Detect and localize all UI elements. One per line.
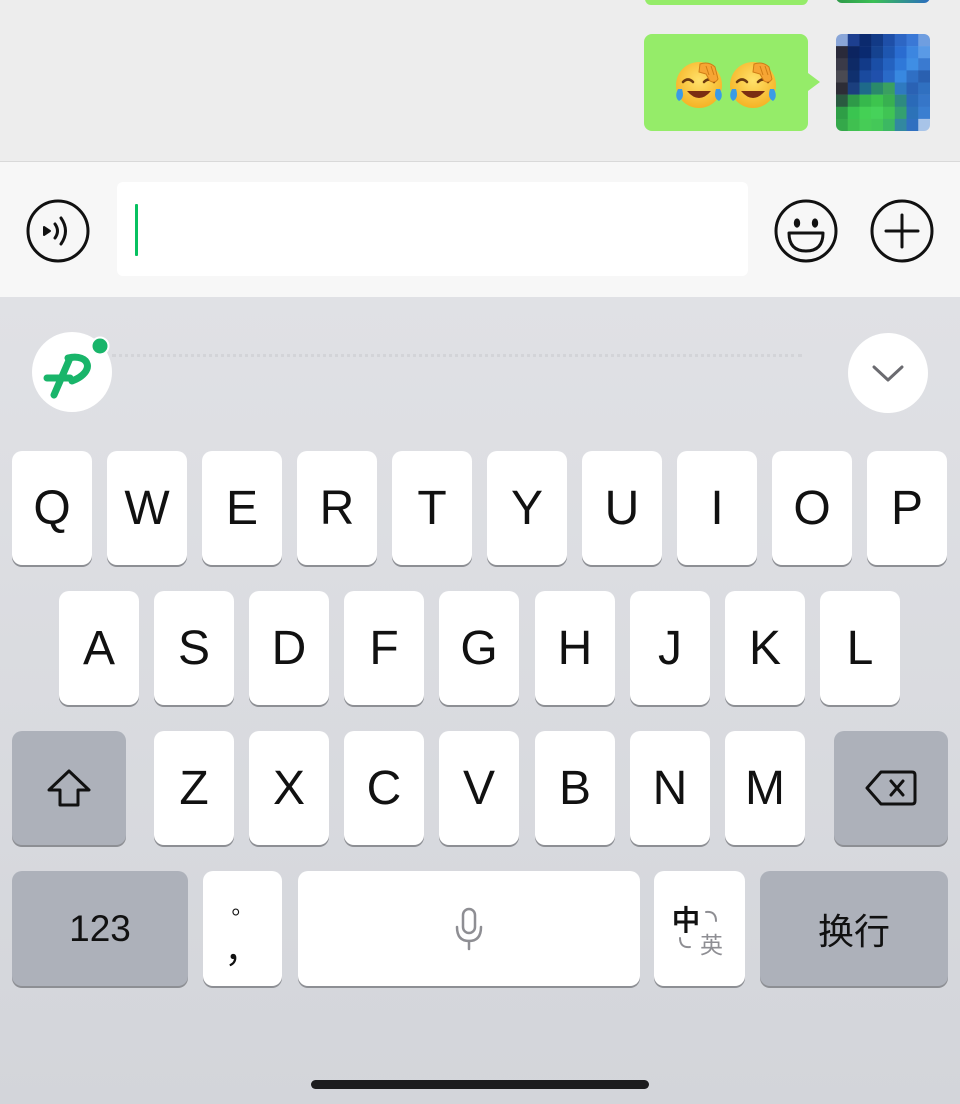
punctuation-key[interactable]: 。 ，: [203, 871, 282, 986]
delete-backspace-icon: [865, 770, 917, 806]
key-z[interactable]: Z: [154, 731, 234, 845]
key-q[interactable]: Q: [12, 451, 92, 565]
key-v[interactable]: V: [439, 731, 519, 845]
key-j[interactable]: J: [630, 591, 710, 705]
shift-icon: [47, 769, 91, 807]
previous-message-avatar[interactable]: [836, 0, 930, 3]
voice-input-icon: [26, 199, 90, 263]
plus-circle-icon: [870, 199, 934, 263]
key-u[interactable]: U: [582, 451, 662, 565]
key-e[interactable]: E: [202, 451, 282, 565]
switch-arc-icon: [679, 937, 691, 949]
facepalm-emoji: [730, 62, 776, 108]
chat-message-area: [0, 0, 960, 161]
punctuation-key-top-label: 。: [231, 895, 254, 920]
delete-key[interactable]: [834, 731, 948, 845]
space-key[interactable]: [298, 871, 640, 986]
key-c[interactable]: C: [344, 731, 424, 845]
key-t[interactable]: T: [392, 451, 472, 565]
shift-key[interactable]: [12, 731, 126, 845]
key-p[interactable]: P: [867, 451, 947, 565]
key-y[interactable]: Y: [487, 451, 567, 565]
key-o[interactable]: O: [772, 451, 852, 565]
key-s[interactable]: S: [154, 591, 234, 705]
switch-arc-icon: [705, 910, 717, 922]
message-bubble-tail: [808, 73, 820, 91]
key-d[interactable]: D: [249, 591, 329, 705]
home-indicator[interactable]: [311, 1080, 649, 1089]
key-m[interactable]: M: [725, 731, 805, 845]
chevron-down-icon: [872, 365, 904, 382]
voice-input-button[interactable]: [26, 199, 90, 263]
text-cursor: [135, 204, 138, 256]
ime-logo-button[interactable]: [32, 332, 112, 412]
facepalm-emoji: [676, 62, 722, 108]
key-h[interactable]: H: [535, 591, 615, 705]
language-primary-label: 中: [672, 904, 701, 937]
key-x[interactable]: X: [249, 731, 329, 845]
smiley-emoji-icon: [774, 199, 838, 263]
key-a[interactable]: A: [59, 591, 139, 705]
language-switch-key[interactable]: 中 英: [654, 871, 745, 986]
key-k[interactable]: K: [725, 591, 805, 705]
key-l[interactable]: L: [820, 591, 900, 705]
key-r[interactable]: R: [297, 451, 377, 565]
key-g[interactable]: G: [439, 591, 519, 705]
previous-message-bubble[interactable]: [645, 0, 808, 5]
message-bubble[interactable]: [644, 34, 808, 131]
microphone-icon: [455, 907, 483, 950]
punctuation-key-main-label: ，: [224, 930, 261, 971]
key-i[interactable]: I: [677, 451, 757, 565]
collapse-keyboard-button[interactable]: [848, 333, 928, 413]
key-f[interactable]: F: [344, 591, 424, 705]
pinyin-ime-logo-icon: [43, 336, 110, 399]
toolbar-divider: [112, 354, 802, 357]
return-key[interactable]: 换行: [760, 871, 948, 986]
language-secondary-label: 英: [700, 933, 723, 959]
key-n[interactable]: N: [630, 731, 710, 845]
key-b[interactable]: B: [535, 731, 615, 845]
message-input[interactable]: [117, 182, 748, 276]
more-options-button[interactable]: [870, 199, 934, 263]
avatar[interactable]: [836, 34, 930, 131]
numbers-key[interactable]: 123: [12, 871, 188, 986]
emoji-button[interactable]: [774, 199, 838, 263]
key-w[interactable]: W: [107, 451, 187, 565]
